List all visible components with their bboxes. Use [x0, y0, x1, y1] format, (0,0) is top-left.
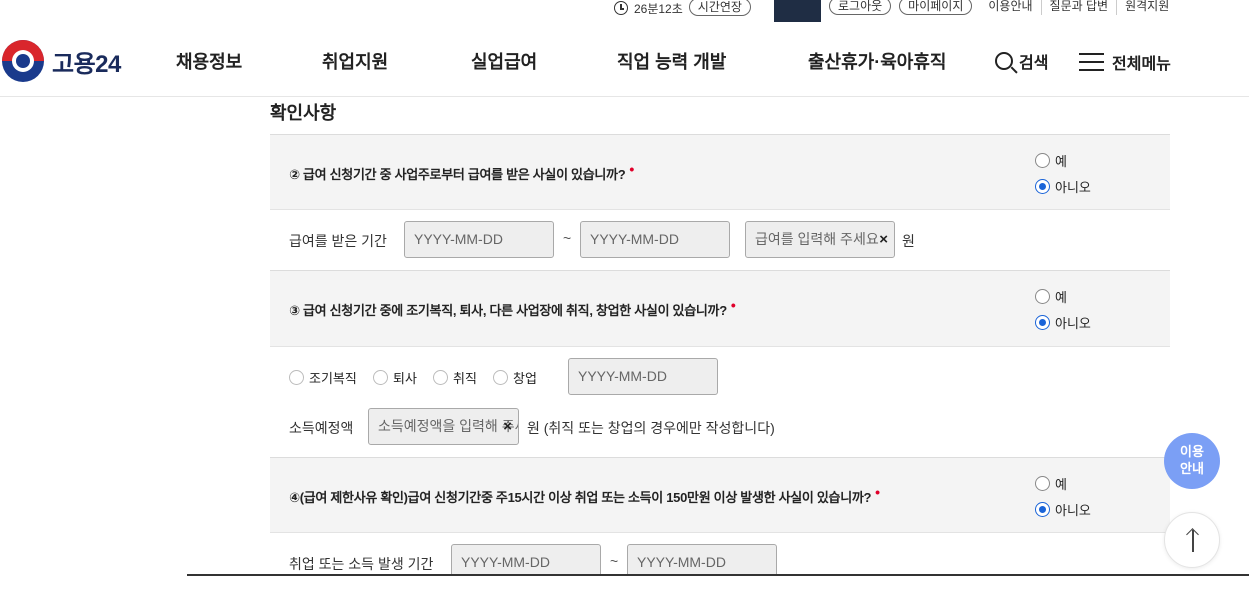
- q3-type-resign[interactable]: 퇴사: [373, 368, 417, 387]
- nav-item-employment-support[interactable]: 취업지원: [322, 48, 388, 74]
- search-label: 검색: [1019, 55, 1049, 72]
- scroll-to-top-button[interactable]: [1164, 512, 1220, 568]
- clock-icon: [614, 1, 628, 15]
- radio-button[interactable]: [289, 370, 304, 385]
- question-row-3: ③ 급여 신청기간 중에 조기복직, 퇴사, 다른 사업장에 취직, 창업한 사…: [270, 270, 1170, 347]
- q2-end-date-input[interactable]: YYYY-MM-DD: [580, 221, 730, 258]
- nav-item-jobs[interactable]: 채용정보: [176, 48, 242, 74]
- question-text-2: ② 급여 신청기간 중 사업주로부터 급여를 받은 사실이 있습니까? •: [289, 161, 634, 182]
- clear-icon[interactable]: ×: [879, 222, 888, 257]
- question-row-2: ② 급여 신청기간 중 사업주로부터 급여를 받은 사실이 있습니까? • 예 아…: [270, 134, 1170, 210]
- q2-unit-label: 원: [902, 233, 915, 249]
- q2-option-no[interactable]: 아니오: [1035, 177, 1091, 196]
- q2-amount-input[interactable]: 급여를 입력해 주세요 ×: [745, 221, 895, 258]
- session-timer: 26분12초 시간연장: [614, 0, 751, 16]
- taegeuk-logo-icon: [2, 40, 44, 82]
- q2-detail-row: 급여를 받은 기간 YYYY-MM-DD ~ YYYY-MM-DD 급여를 입력…: [270, 210, 1170, 270]
- radio-button[interactable]: [493, 370, 508, 385]
- full-menu-button[interactable]: 전체메뉴: [1079, 50, 1171, 74]
- radio-button[interactable]: [1035, 153, 1050, 168]
- q3-type-employed[interactable]: 취직: [433, 368, 477, 387]
- q4-option-yes[interactable]: 예: [1035, 474, 1067, 493]
- search-icon: [995, 52, 1013, 70]
- q4-end-date-input[interactable]: YYYY-MM-DD: [627, 544, 777, 574]
- question-text-4: ④(급여 제한사유 확인)급여 신청기간중 주15시간 이상 취업 또는 소득이…: [289, 484, 880, 505]
- hamburger-icon: [1079, 53, 1104, 71]
- logout-button[interactable]: 로그아웃: [829, 0, 892, 15]
- extend-time-button[interactable]: 시간연장: [688, 0, 751, 16]
- link-usage-guide[interactable]: 이용안내: [980, 0, 1040, 15]
- q4-detail-row: 취업 또는 소득 발생 기간 YYYY-MM-DD ~ YYYY-MM-DD: [270, 533, 1170, 574]
- required-mark: •: [730, 297, 736, 313]
- nav-item-skills[interactable]: 직업 능력 개발: [617, 48, 726, 74]
- range-separator: ~: [563, 230, 572, 246]
- range-separator: ~: [610, 553, 619, 569]
- q3-detail-row: 조기복직 퇴사 취직 창업 YYYY-MM-DD 소득예정액 소득예정액을 입력…: [270, 347, 1170, 457]
- timer-text: 26분12초: [634, 1, 683, 16]
- q2-option-yes[interactable]: 예: [1035, 151, 1067, 170]
- nav-item-parental-leave[interactable]: 출산휴가·육아휴직: [808, 48, 946, 74]
- link-remote-support[interactable]: 원격지원: [1116, 0, 1177, 15]
- q3-income-note: 원 (취직 또는 창업의 경우에만 작성합니다): [527, 420, 775, 436]
- radio-button[interactable]: [1035, 289, 1050, 304]
- radio-button[interactable]: [433, 370, 448, 385]
- q3-option-no[interactable]: 아니오: [1035, 313, 1091, 332]
- q2-start-date-input[interactable]: YYYY-MM-DD: [404, 221, 554, 258]
- question-row-4: ④(급여 제한사유 확인)급여 신청기간중 주15시간 이상 취업 또는 소득이…: [270, 457, 1170, 533]
- q3-option-yes[interactable]: 예: [1035, 287, 1067, 306]
- radio-button-checked[interactable]: [1035, 315, 1050, 330]
- mypage-button[interactable]: 마이페이지: [899, 0, 973, 15]
- q3-income-input[interactable]: 소득예정액을 입력해 주세요 ×: [368, 408, 519, 445]
- q2-period-label: 급여를 받은 기간: [289, 233, 387, 249]
- nav-item-unemployment-benefit[interactable]: 실업급여: [471, 48, 537, 74]
- question-text-3: ③ 급여 신청기간 중에 조기복직, 퇴사, 다른 사업장에 취직, 창업한 사…: [289, 297, 736, 318]
- link-qna[interactable]: 질문과 답변: [1040, 0, 1117, 15]
- q4-start-date-input[interactable]: YYYY-MM-DD: [451, 544, 601, 574]
- utility-bar: 26분12초 시간연장 로그아웃 마이페이지 이용안내 질문과 답변 원격지원: [0, 0, 1249, 22]
- full-menu-label: 전체메뉴: [1112, 56, 1171, 73]
- q4-period-label: 취업 또는 소득 발생 기간: [289, 556, 434, 572]
- dark-banner: [774, 0, 821, 22]
- required-mark: •: [629, 161, 634, 177]
- site-logo[interactable]: 고용24: [2, 40, 121, 82]
- clear-icon[interactable]: ×: [503, 409, 512, 444]
- q3-type-startup[interactable]: 창업: [493, 368, 537, 387]
- search-button[interactable]: 검색: [995, 49, 1048, 73]
- required-mark: •: [875, 484, 880, 500]
- radio-button-checked[interactable]: [1035, 502, 1050, 517]
- q3-type-early-return[interactable]: 조기복직: [289, 368, 357, 387]
- bottom-divider: [187, 574, 1249, 576]
- q3-income-label: 소득예정액: [289, 420, 354, 436]
- radio-button-checked[interactable]: [1035, 179, 1050, 194]
- utility-links: 로그아웃 마이페이지 이용안내 질문과 답변 원격지원: [829, 0, 1177, 15]
- radio-button[interactable]: [1035, 476, 1050, 491]
- usage-guide-floating-button[interactable]: 이용 안내: [1164, 433, 1220, 489]
- logo-text: 고용24: [52, 50, 121, 78]
- q4-option-no[interactable]: 아니오: [1035, 500, 1091, 519]
- radio-button[interactable]: [373, 370, 388, 385]
- q3-date-input[interactable]: YYYY-MM-DD: [568, 358, 718, 395]
- section-title: 확인사항: [270, 103, 337, 123]
- site-header: 고용24 채용정보 취업지원 실업급여 직업 능력 개발 출산휴가·육아휴직 검…: [0, 22, 1249, 97]
